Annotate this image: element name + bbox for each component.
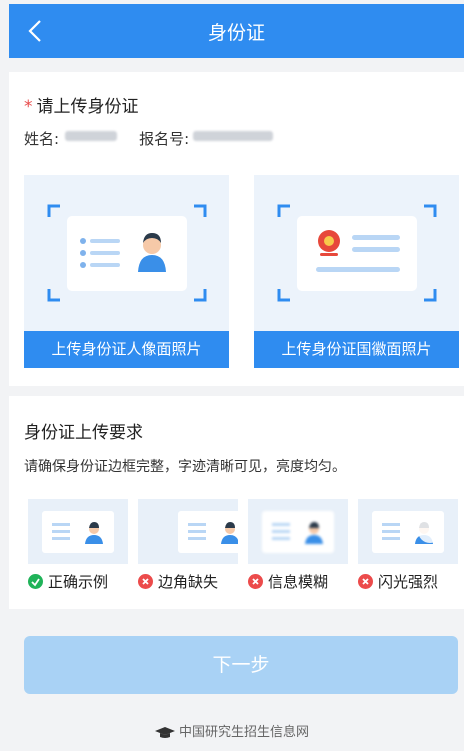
sample-thumbnail [28,499,128,564]
requirements-desc: 请确保身份证边框完整，字迹清晰可见，亮度均匀。 [24,459,346,475]
sample-caption: 闪光强烈 [358,571,438,592]
sample-list: 正确示例 边角缺失 信息模糊 闪光强烈 [28,499,458,599]
sample-thumbnail [358,499,458,564]
requirements-card: 身份证上传要求 请确保身份证边框完整，字迹清晰可见，亮度均匀。 正确示例 边角缺… [9,396,464,609]
required-mark: * [24,97,33,117]
requirements-title: 身份证上传要求 [24,423,143,443]
upload-back-area[interactable]: 上传身份证国徽面照片 [254,175,459,368]
reg-number-redacted [193,131,274,141]
upload-back-button[interactable]: 上传身份证国徽面照片 [254,331,459,368]
sample-missing-corner: 边角缺失 [138,499,238,591]
sample-caption: 正确示例 [28,571,108,592]
name-value-redacted [65,131,118,141]
next-step-button[interactable]: 下一步 [24,636,458,694]
sample-blurry: 信息模糊 [248,499,348,591]
x-circle-icon [358,574,373,589]
page-title: 身份证 [207,22,265,44]
name-label: 姓名: [24,130,60,148]
sample-caption: 边角缺失 [138,571,218,592]
upload-front-area[interactable]: 上传身份证人像面照片 [24,175,229,368]
sample-correct: 正确示例 [28,499,128,591]
check-circle-icon [28,574,43,589]
applicant-info: 姓名: 报名号: [24,128,274,149]
top-bar: 身份证 [9,4,464,58]
footer-text: 中国研究生招生信息网 [178,725,309,740]
upload-card: * 请上传身份证 姓名: 报名号: 上传身份证人像面照片 上传身份证国徽面照片 [9,72,464,386]
upload-title: * 请上传身份证 [24,97,139,117]
sample-glare: 闪光强烈 [358,499,458,591]
upload-front-button[interactable]: 上传身份证人像面照片 [24,331,229,368]
footer: 中国研究生招生信息网 [0,721,464,740]
sample-thumbnail [138,499,238,564]
id-front-illustration [47,204,207,302]
x-circle-icon [248,574,263,589]
x-circle-icon [138,574,153,589]
sample-thumbnail [248,499,348,564]
sample-caption: 信息模糊 [248,571,328,592]
graduation-cap-icon [154,726,175,738]
reg-number-label: 报名号: [139,130,190,148]
id-back-illustration [277,204,437,302]
